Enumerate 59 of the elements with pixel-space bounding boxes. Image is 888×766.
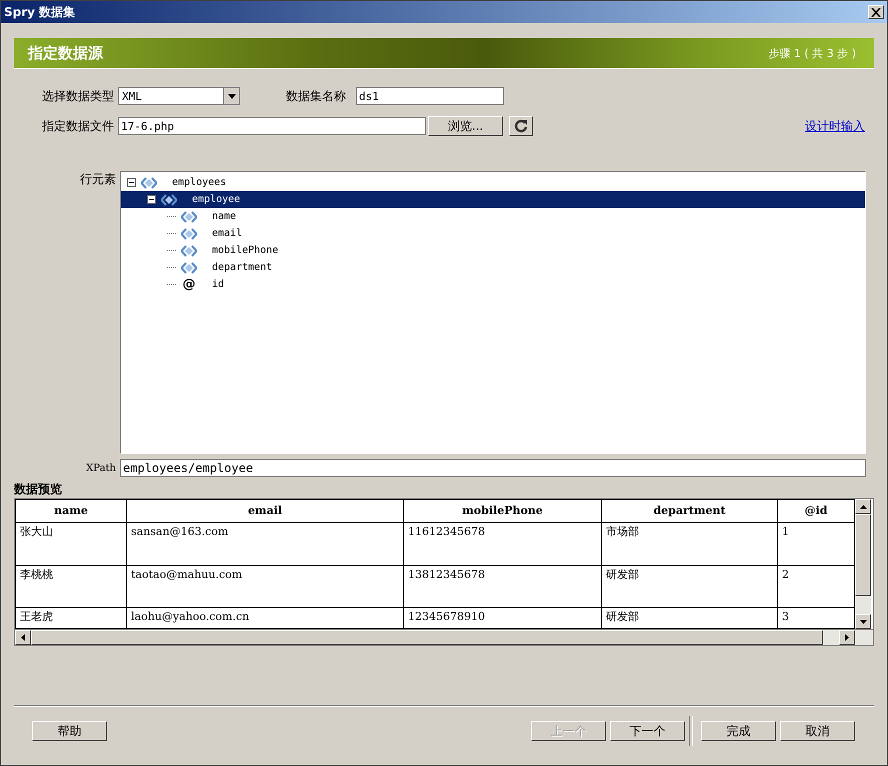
help-button[interactable]: 帮助 [32, 721, 107, 741]
refresh-icon [514, 119, 528, 133]
dataset-name-field[interactable]: ds1 [356, 87, 504, 105]
tag-icon [181, 244, 197, 256]
xpath-field[interactable]: employees/employee [120, 459, 866, 477]
table-cell: 张大山 [16, 522, 126, 566]
tag-icon [181, 210, 197, 222]
row-element-label: 行元素 [79, 171, 116, 188]
close-button[interactable] [868, 5, 884, 19]
finish-button[interactable]: 完成 [701, 721, 776, 741]
tree-item[interactable]: employee [121, 191, 865, 208]
tag-icon [141, 176, 157, 188]
tree-item[interactable]: name [121, 208, 865, 225]
column-header: @id [778, 500, 854, 522]
at-sign-icon: @ [181, 277, 197, 292]
vertical-scrollbar[interactable] [855, 499, 871, 629]
cancel-button[interactable]: 取消 [780, 721, 855, 741]
file-field[interactable]: 17-6.php [118, 117, 426, 135]
tree-item[interactable]: email [121, 225, 865, 242]
column-header: name [16, 500, 126, 522]
next-button[interactable]: 下一个 [610, 721, 685, 741]
tree-item[interactable]: employees [121, 174, 865, 191]
scroll-right-icon[interactable] [845, 634, 849, 641]
preview-title: 数据预览 [14, 481, 63, 498]
window-title: Spry 数据集 [4, 4, 76, 20]
collapse-icon[interactable] [147, 195, 156, 204]
column-header: department [602, 500, 778, 522]
design-time-input-link[interactable]: 设计时输入 [805, 118, 865, 134]
table-cell: taotao@mahuu.com [126, 565, 404, 608]
tag-icon [181, 228, 197, 240]
tag-icon [181, 262, 197, 274]
table-cell: 13812345678 [404, 565, 602, 608]
caret-icon [228, 94, 236, 98]
tree-item[interactable]: @ id [121, 276, 865, 293]
dataset-name-label: 数据集名称 [286, 88, 346, 104]
table-cell: sansan@163.com [126, 522, 404, 566]
table-cell: 市场部 [602, 522, 778, 566]
table-cell: 11612345678 [404, 522, 602, 566]
column-header: mobilePhone [404, 500, 602, 522]
browse-button[interactable]: 浏览... [428, 116, 503, 136]
banner-title: 指定数据源 [28, 44, 103, 62]
xpath-label: XPath [85, 462, 116, 474]
tree-item[interactable]: department [121, 259, 865, 276]
tree-item[interactable]: mobilePhone [121, 242, 865, 259]
refresh-button[interactable] [509, 116, 533, 136]
scroll-down-icon[interactable] [860, 620, 866, 624]
scroll-left-icon[interactable] [21, 634, 25, 641]
table-cell: 研发部 [602, 565, 778, 608]
step-indicator: 步骤 1 ( 共 3 步 ) [768, 46, 856, 60]
column-header: email [126, 500, 404, 522]
file-label: 指定数据文件 [42, 118, 114, 134]
type-dropdown[interactable]: XML [118, 87, 240, 105]
collapse-icon[interactable] [127, 178, 136, 187]
table-cell: 李桃桃 [16, 565, 126, 608]
type-label: 选择数据类型 [42, 88, 114, 104]
close-icon [871, 8, 881, 16]
tag-icon [161, 194, 177, 206]
horizontal-scrollbar[interactable] [15, 629, 873, 645]
scroll-up-icon[interactable] [860, 504, 866, 508]
